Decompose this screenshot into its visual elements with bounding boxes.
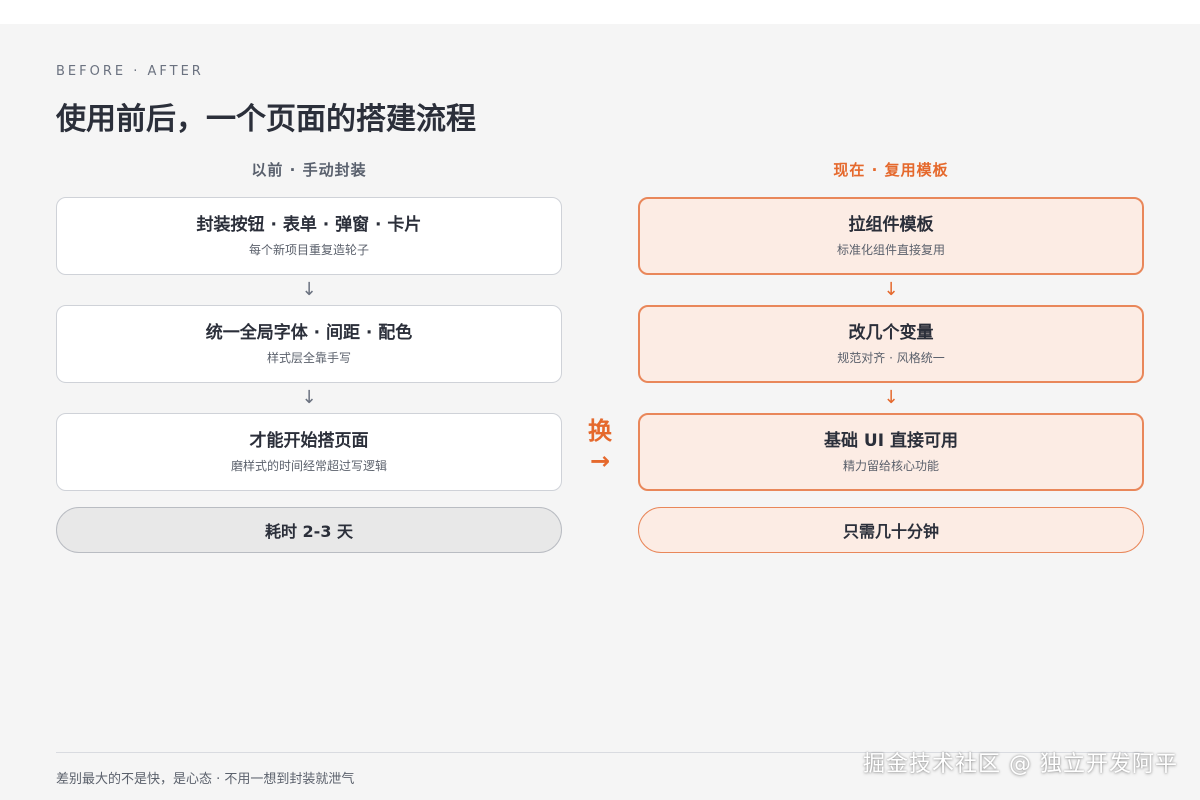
before-steps: 封装按钮 · 表单 · 弹窗 · 卡片 每个新项目重复造轮子 ↓ 统一全局字体 … — [56, 197, 562, 553]
down-arrow-icon: ↓ — [883, 279, 899, 300]
watermark: 掘金技术社区 @ 独立开发阿平 — [863, 752, 1178, 777]
step-title: 统一全局字体 · 间距 · 配色 — [205, 323, 413, 343]
step-subtitle: 磨样式的时间经常超过写逻辑 — [230, 459, 387, 473]
section-kicker: BEFORE · AFTER — [56, 64, 204, 79]
step-title: 封装按钮 · 表单 · 弹窗 · 卡片 — [196, 215, 422, 235]
right-arrow-icon: → — [589, 447, 611, 475]
footer-note: 差别最大的不是快，是心态 · 不用一想到封装就泄气 — [56, 772, 355, 787]
after-steps: 拉组件模板 标准化组件直接复用 ↓ 改几个变量 规范对齐 · 风格统一 ↓ 基础… — [638, 197, 1144, 553]
step-title: 才能开始搭页面 — [249, 431, 369, 451]
before-step-2: 统一全局字体 · 间距 · 配色 样式层全靠手写 — [56, 305, 562, 383]
step-subtitle: 规范对齐 · 风格统一 — [837, 351, 945, 365]
before-column-title: 以前 · 手动封装 — [251, 161, 367, 179]
after-result-pill: 只需几十分钟 — [638, 507, 1144, 553]
after-column: 现在 · 复用模板 拉组件模板 标准化组件直接复用 ↓ 改几个变量 规范对齐 ·… — [638, 160, 1144, 553]
step-subtitle: 精力留给核心功能 — [842, 459, 939, 473]
after-step-3: 基础 UI 直接可用 精力留给核心功能 — [638, 413, 1144, 491]
swap-label: 换 — [588, 417, 612, 445]
swap-marker: 换 → — [578, 416, 622, 476]
before-result-pill: 耗时 2-3 天 — [56, 507, 562, 553]
step-subtitle: 样式层全靠手写 — [266, 351, 351, 365]
after-column-title: 现在 · 复用模板 — [833, 161, 949, 179]
down-arrow-icon: ↓ — [301, 387, 317, 408]
step-subtitle: 标准化组件直接复用 — [836, 243, 945, 257]
step-title: 基础 UI 直接可用 — [824, 431, 958, 451]
step-title: 改几个变量 — [848, 323, 934, 343]
down-arrow-icon: ↓ — [301, 279, 317, 300]
before-column: 以前 · 手动封装 封装按钮 · 表单 · 弹窗 · 卡片 每个新项目重复造轮子… — [56, 160, 562, 553]
step-title: 拉组件模板 — [848, 215, 934, 235]
page-title: 使用前后，一个页面的搭建流程 — [56, 102, 476, 137]
before-step-1: 封装按钮 · 表单 · 弹窗 · 卡片 每个新项目重复造轮子 — [56, 197, 562, 275]
step-subtitle: 每个新项目重复造轮子 — [248, 243, 369, 257]
after-step-1: 拉组件模板 标准化组件直接复用 — [638, 197, 1144, 275]
after-step-2: 改几个变量 规范对齐 · 风格统一 — [638, 305, 1144, 383]
before-step-3: 才能开始搭页面 磨样式的时间经常超过写逻辑 — [56, 413, 562, 491]
down-arrow-icon: ↓ — [883, 387, 899, 408]
diagram-canvas: BEFORE · AFTER 使用前后，一个页面的搭建流程 以前 · 手动封装 … — [0, 24, 1200, 800]
